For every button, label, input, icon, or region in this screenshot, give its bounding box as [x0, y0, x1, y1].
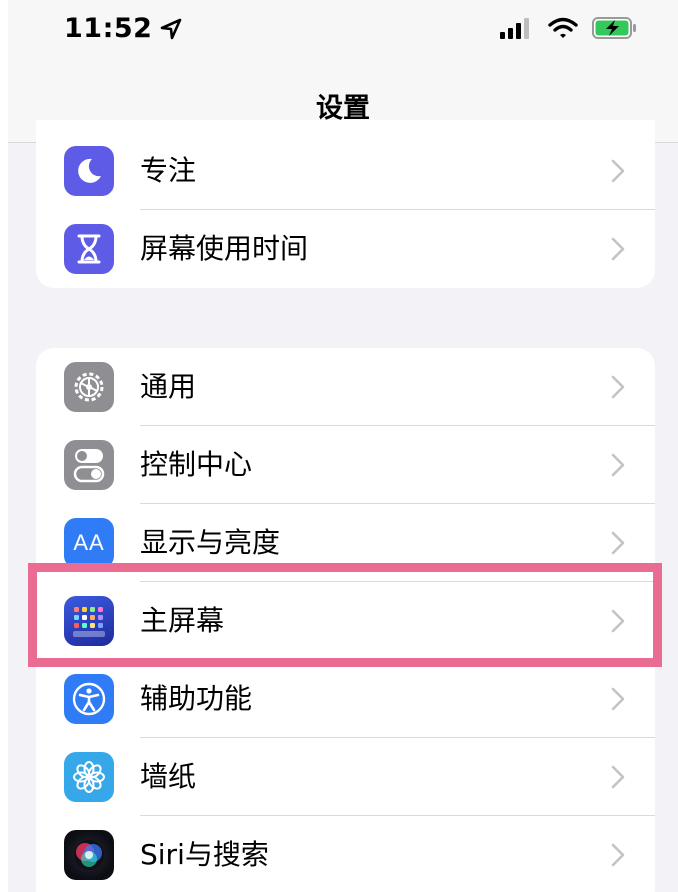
chevron-right-icon [611, 765, 625, 789]
moon-icon [64, 146, 114, 196]
gear-icon [64, 362, 114, 412]
settings-screen: 11:52 设置 专注 屏幕使用时间 通用 控制中心 AA 显示与亮度 主屏幕 … [8, 0, 678, 892]
time-text: 11:52 [64, 13, 153, 44]
settings-row-control-center[interactable]: 控制中心 [36, 426, 655, 504]
location-arrow-icon [161, 18, 182, 39]
settings-row-label: 显示与亮度 [140, 526, 281, 559]
chevron-right-icon [611, 453, 625, 477]
settings-row-label: Siri与搜索 [140, 838, 269, 871]
battery-charging-icon [592, 17, 636, 39]
accessibility-icon [64, 674, 114, 724]
siri-icon [64, 830, 114, 880]
left-edge [0, 0, 8, 892]
chevron-right-icon [611, 843, 625, 867]
status-icons [500, 16, 638, 40]
settings-group-general: 通用 控制中心 AA 显示与亮度 主屏幕 辅助功能 墙纸 Siri与搜索 [36, 348, 655, 892]
home-screen-grid-icon [64, 596, 114, 646]
settings-group-focus: 专注 屏幕使用时间 [36, 120, 655, 288]
settings-row-label: 控制中心 [140, 448, 253, 481]
settings-row-label: 专注 [140, 154, 197, 187]
settings-row-wallpaper[interactable]: 墙纸 [36, 738, 655, 816]
settings-row-label: 墙纸 [140, 760, 197, 793]
settings-row-general[interactable]: 通用 [36, 348, 655, 426]
chevron-right-icon [611, 375, 625, 399]
chevron-right-icon [611, 159, 625, 183]
settings-row-label: 通用 [140, 370, 197, 403]
settings-row-display[interactable]: AA 显示与亮度 [36, 504, 655, 582]
flower-icon [64, 752, 114, 802]
cellular-signal-icon [500, 18, 529, 39]
settings-row-screen-time[interactable]: 屏幕使用时间 [36, 210, 655, 288]
settings-row-label: 屏幕使用时间 [140, 232, 309, 265]
chevron-right-icon [611, 531, 625, 555]
hourglass-icon [64, 224, 114, 274]
settings-row-home-screen[interactable]: 主屏幕 [36, 582, 655, 660]
status-time: 11:52 [64, 13, 182, 44]
settings-row-focus[interactable]: 专注 [36, 132, 655, 210]
chevron-right-icon [611, 237, 625, 261]
settings-row-label: 辅助功能 [140, 682, 253, 715]
wifi-icon [548, 17, 578, 38]
toggles-icon [64, 440, 114, 490]
text-size-icon: AA [64, 518, 114, 568]
chevron-right-icon [611, 609, 625, 633]
settings-row-accessibility[interactable]: 辅助功能 [36, 660, 655, 738]
chevron-right-icon [611, 687, 625, 711]
settings-row-label: 主屏幕 [140, 604, 225, 637]
text-size-icon-glyph: AA [73, 530, 105, 555]
settings-row-siri-search[interactable]: Siri与搜索 [36, 816, 655, 892]
